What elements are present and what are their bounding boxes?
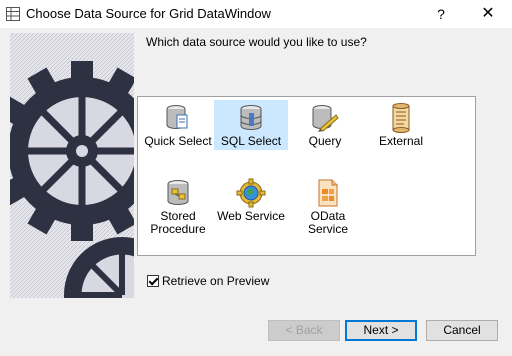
retrieve-on-preview-label: Retrieve on Preview [162, 274, 270, 288]
source-web-service[interactable]: Web Service [216, 175, 286, 225]
retrieve-on-preview[interactable]: Retrieve on Preview [147, 273, 269, 289]
stored-procedure-icon [167, 180, 189, 205]
source-external[interactable]: External [366, 100, 436, 150]
source-label-line1: Stored [160, 209, 196, 223]
web-service-icon [236, 178, 266, 208]
sql-select-db-icon [240, 105, 262, 130]
cancel-button[interactable]: Cancel [426, 320, 498, 341]
help-button[interactable]: ? [426, 0, 456, 28]
query-db-icon [312, 105, 339, 132]
source-label: SQL Select [220, 134, 282, 148]
retrieve-on-preview-checkbox[interactable] [147, 275, 159, 287]
source-label: External [378, 134, 424, 148]
next-button[interactable]: Next > [345, 320, 417, 341]
close-button[interactable]: ✕ [470, 0, 506, 28]
prompt-text: Which data source would you like to use? [146, 35, 367, 49]
source-label: Query [308, 134, 342, 148]
data-source-list: Quick Select SQL Select Query External S… [137, 96, 476, 256]
window-title: Choose Data Source for Grid DataWindow [26, 6, 271, 21]
source-query[interactable]: Query [290, 100, 360, 150]
back-button[interactable]: < Back [268, 320, 340, 341]
odata-service-icon [318, 179, 338, 207]
quick-select-db-icon [166, 105, 188, 129]
source-label-line2: Procedure [150, 222, 206, 236]
external-scroll-icon [392, 103, 410, 133]
source-sql-select[interactable]: SQL Select [214, 100, 288, 150]
gears-illustration [10, 33, 134, 298]
source-label: Quick Select [144, 134, 212, 148]
source-label: OData Service [307, 209, 348, 236]
title-bar: Choose Data Source for Grid DataWindow ?… [0, 0, 512, 28]
source-label: Web Service [217, 209, 285, 223]
source-odata-service[interactable]: OData Service [290, 175, 366, 236]
source-quick-select[interactable]: Quick Select [143, 100, 213, 150]
source-stored-procedure[interactable]: Stored Procedure [143, 175, 213, 239]
app-icon [6, 7, 20, 21]
